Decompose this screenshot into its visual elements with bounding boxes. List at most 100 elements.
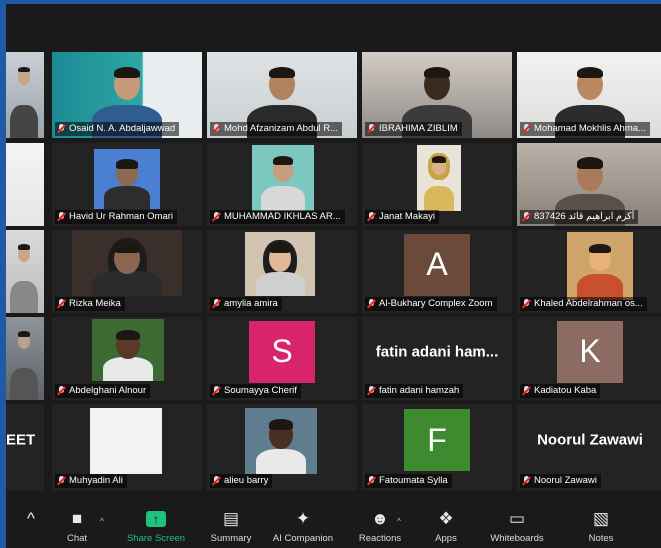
participant-name-label: Mohamad Mokhlis Ahma... (520, 122, 650, 136)
muted-mic-icon (57, 386, 66, 396)
notes-icon: ▧ (592, 509, 610, 528)
participant-name-label: Soumayya Cherif (210, 384, 301, 398)
participant-avatar: S (249, 320, 315, 383)
muted-mic-icon (367, 476, 376, 486)
participant-display-name: fatin adani ham... (375, 343, 499, 361)
participant-tile[interactable] (6, 230, 44, 313)
chat-options-caret[interactable]: ^ (100, 517, 104, 526)
apps-label: Apps (435, 533, 457, 544)
muted-mic-icon (367, 386, 376, 396)
participant-name-label: Janat Makayi (365, 210, 439, 224)
participant-tile[interactable]: S Soumayya Cherif (207, 317, 357, 400)
participant-tile[interactable]: Khaled Abdelrahman os... (517, 230, 661, 313)
muted-mic-icon (522, 476, 531, 486)
participant-video (6, 317, 44, 400)
ai-companion-button[interactable]: ✦ AI Companion (268, 508, 338, 544)
muted-mic-icon (522, 124, 531, 134)
summary-icon: ▤ (222, 509, 240, 528)
participant-name: Fatoumata Sylla (379, 475, 448, 486)
participant-name: MUHAMMAD IKHLAS AR... (224, 211, 341, 222)
participant-tile[interactable]: Janat Makayi (362, 143, 512, 226)
participant-tile[interactable]: Havid Ur Rahman Omari (52, 143, 202, 226)
reactions-options-caret[interactable]: ^ (397, 517, 401, 526)
participant-name-label: Mohd Afzanizam Abdul R... (210, 122, 343, 136)
participant-tile[interactable]: A Al-Bukhary Complex Zoom (362, 230, 512, 313)
participant-tile[interactable]: EET (6, 404, 44, 490)
summary-button[interactable]: ▤ Summary (196, 508, 266, 544)
participant-name-label: IBRAHIMA ZIBLIM (365, 122, 462, 136)
participant-name-label: Abdelghani Alnour (55, 384, 151, 398)
participant-tile[interactable]: fatin adani ham... fatin adani hamzah (362, 317, 512, 400)
participant-tile[interactable]: Muhyadin Ali (52, 404, 202, 490)
participant-tile[interactable]: alieu barry (207, 404, 357, 490)
participant-video (6, 143, 44, 226)
muted-mic-icon (367, 299, 376, 309)
participant-name: Muhyadin Ali (69, 475, 123, 486)
muted-mic-icon (367, 124, 376, 134)
participant-tile[interactable] (6, 52, 44, 138)
participant-tile[interactable]: amylia amira (207, 230, 357, 313)
participant-tile[interactable]: Mohamad Mokhlis Ahma... (517, 52, 661, 138)
muted-mic-icon (212, 124, 221, 134)
participant-name-label: Khaled Abdelrahman os... (520, 297, 647, 311)
chat-label: Chat (66, 533, 88, 544)
whiteboards-label: Whiteboards (490, 533, 544, 544)
participant-name: Noorul Zawawi (534, 475, 597, 486)
summary-label: Summary (210, 533, 252, 544)
share-screen-button[interactable]: ↑ Share Screen (121, 508, 191, 544)
reactions-button[interactable]: ☻ Reactions (345, 508, 415, 544)
participant-tile[interactable]: أكرم ابراهيم قائد 837426 (517, 143, 661, 226)
zoom-meeting-window: Osaid N. A. Abdaljawwad Mohd Afzanizam Ab… (6, 4, 661, 548)
participant-name: أكرم ابراهيم قائد 837426 (534, 211, 635, 222)
participant-name: Kadiatou Kaba (534, 385, 597, 396)
participant-name: Abdelghani Alnour (69, 385, 147, 396)
participant-name-label: MUHAMMAD IKHLAS AR... (210, 210, 345, 224)
participant-name: IBRAHIMA ZIBLIM (379, 123, 458, 134)
muted-mic-icon (212, 212, 221, 222)
muted-mic-icon (57, 212, 66, 222)
notes-label: Notes (588, 533, 614, 544)
muted-mic-icon (57, 476, 66, 486)
participant-tile[interactable]: K Kadiatou Kaba (517, 317, 661, 400)
participant-tile[interactable]: MUHAMMAD IKHLAS AR... (207, 143, 357, 226)
participant-name-label: fatin adani hamzah (365, 384, 464, 398)
participant-tile[interactable]: Noorul Zawawi Noorul Zawawi (517, 404, 661, 490)
muted-mic-icon (522, 299, 531, 309)
participant-name: Janat Makayi (379, 211, 435, 222)
muted-mic-icon (522, 386, 531, 396)
participant-display-name: EET (6, 431, 36, 449)
participant-name: Mohamad Mokhlis Ahma... (534, 123, 646, 134)
participant-tile[interactable]: Abdelghani Alnour (52, 317, 202, 400)
muted-mic-icon (367, 212, 376, 222)
apps-button[interactable]: ❖ Apps (411, 508, 481, 544)
participant-tile[interactable]: IBRAHIMA ZIBLIM (362, 52, 512, 138)
participant-name: Mohd Afzanizam Abdul R... (224, 123, 339, 134)
participant-display-name: Noorul Zawawi (537, 431, 643, 449)
meeting-toolbar: ^ ■ Chat ^ ↑ Share Screen ▤ Summary ✦ AI… (6, 504, 661, 548)
reactions-label: Reactions (358, 533, 402, 544)
whiteboards-icon: ▭ (508, 509, 526, 528)
participant-avatar: K (557, 320, 623, 383)
whiteboards-button[interactable]: ▭ Whiteboards (482, 508, 552, 544)
participant-tile[interactable]: F Fatoumata Sylla (362, 404, 512, 490)
participant-name-label: Fatoumata Sylla (365, 474, 452, 488)
participant-name: alieu barry (224, 475, 269, 486)
participant-tile[interactable]: Mohd Afzanizam Abdul R... (207, 52, 357, 138)
participant-name: amylia amira (224, 298, 278, 309)
muted-mic-icon (212, 476, 221, 486)
gallery-view: Osaid N. A. Abdaljawwad Mohd Afzanizam Ab… (6, 52, 661, 504)
participant-tile[interactable] (6, 143, 44, 226)
participant-avatar: A (404, 233, 470, 296)
notes-button[interactable]: ▧ Notes (566, 508, 636, 544)
participant-tile[interactable]: Osaid N. A. Abdaljawwad (52, 52, 202, 138)
chevron-up-icon: ^ (27, 509, 35, 528)
apps-icon: ❖ (438, 509, 454, 528)
participant-name: Al-Bukhary Complex Zoom (379, 298, 493, 309)
chat-button[interactable]: ■ Chat (42, 508, 112, 544)
participant-name-label: Noorul Zawawi (520, 474, 601, 488)
participant-tile[interactable] (6, 317, 44, 400)
participant-tile[interactable]: Rizka Meika (52, 230, 202, 313)
participant-video (6, 230, 44, 313)
muted-mic-icon (57, 124, 66, 134)
participant-name-label: Osaid N. A. Abdaljawwad (55, 122, 180, 136)
